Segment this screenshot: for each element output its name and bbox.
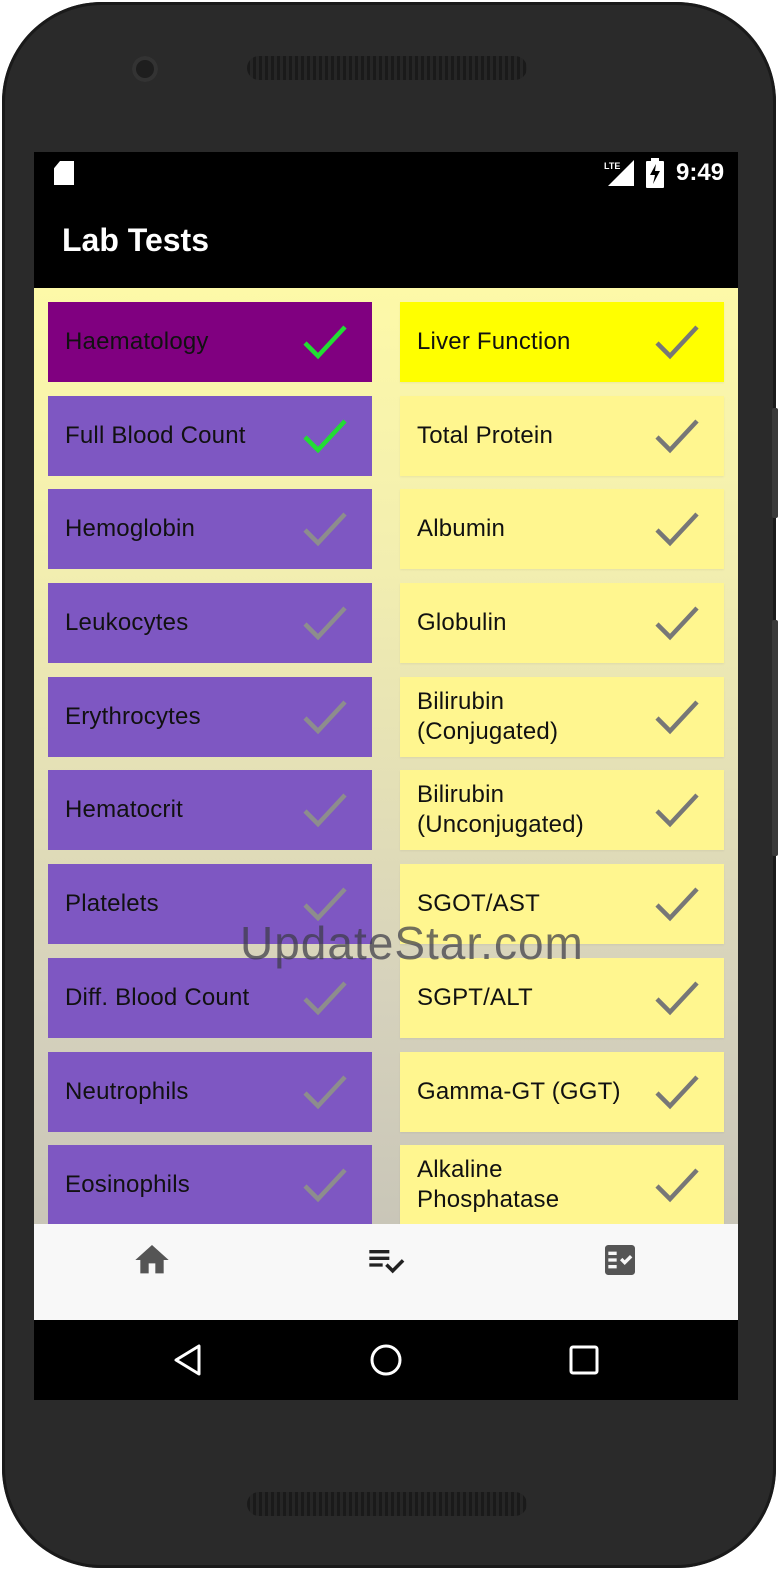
checkmark-icon[interactable]	[654, 978, 700, 1018]
test-tile[interactable]: Leukocytes	[48, 583, 372, 664]
test-label: Full Blood Count	[65, 421, 246, 449]
checkmark-icon[interactable]	[302, 884, 348, 924]
app-bar: Lab Tests	[34, 196, 738, 288]
test-tile[interactable]: Bilirubin (Conjugated)	[400, 676, 724, 757]
home-circle-icon[interactable]	[368, 1342, 404, 1378]
network-label: LTE	[604, 161, 620, 171]
test-label: Bilirubin (Conjugated)	[417, 687, 559, 745]
test-label: Gamma-GT (GGT)	[417, 1077, 621, 1105]
test-label: Hematocrit	[65, 796, 184, 824]
earpiece-speaker	[247, 56, 527, 80]
test-tile[interactable]: Total Protein	[400, 395, 724, 476]
checkmark-icon[interactable]	[654, 603, 700, 643]
test-tile[interactable]: Erythrocytes	[48, 676, 372, 757]
power-button	[772, 620, 778, 856]
test-tile[interactable]: Alkaline Phosphatase	[400, 1145, 724, 1224]
test-tile[interactable]: Globulin	[400, 583, 724, 664]
test-tile[interactable]: Hemoglobin	[48, 489, 372, 570]
checkmark-icon[interactable]	[654, 322, 700, 362]
checkmark-icon[interactable]	[302, 790, 348, 830]
device-screen: LTE 9:49 Lab Tests Haematology Full Blood…	[34, 152, 738, 1400]
test-label: SGOT/AST	[417, 890, 540, 918]
test-tile[interactable]: Eosinophils	[48, 1145, 372, 1224]
test-label: SGPT/ALT	[417, 983, 533, 1011]
checkmark-icon[interactable]	[302, 978, 348, 1018]
checkmark-icon[interactable]	[654, 1165, 700, 1205]
test-label: Erythrocytes	[65, 702, 201, 730]
home-icon[interactable]	[132, 1240, 172, 1280]
test-label: Total Protein	[417, 421, 554, 449]
test-label: Albumin	[417, 515, 506, 543]
test-label: Neutrophils	[65, 1077, 189, 1105]
test-label: Hemoglobin	[65, 515, 196, 543]
sd-card-icon	[54, 161, 74, 185]
test-tile[interactable]: Haematology	[48, 302, 372, 382]
test-tile[interactable]: SGOT/AST	[400, 864, 724, 945]
bottom-speaker	[247, 1492, 527, 1516]
test-label: Haematology	[65, 328, 209, 355]
status-bar: LTE 9:49	[34, 152, 738, 196]
test-label: Diff. Blood Count	[65, 983, 250, 1011]
status-time: 9:49	[676, 159, 725, 186]
checkbox-list-icon[interactable]	[600, 1240, 640, 1280]
checkmark-icon[interactable]	[654, 884, 700, 924]
test-label: Bilirubin (Unconjugated)	[417, 781, 584, 839]
lte-signal-icon: LTE	[604, 160, 634, 186]
front-camera	[132, 56, 158, 82]
checkmark-checked-icon[interactable]	[302, 322, 348, 362]
checkmark-icon[interactable]	[302, 603, 348, 643]
checkmark-icon[interactable]	[302, 1072, 348, 1112]
test-tile[interactable]: Neutrophils	[48, 1051, 372, 1132]
checkmark-icon[interactable]	[302, 1165, 348, 1205]
test-tile[interactable]: Bilirubin (Unconjugated)	[400, 770, 724, 851]
test-tile[interactable]: SGPT/ALT	[400, 957, 724, 1038]
test-tile[interactable]: Platelets	[48, 864, 372, 945]
test-tile[interactable]: Hematocrit	[48, 770, 372, 851]
test-label: Liver Function	[417, 328, 571, 355]
test-label: Globulin	[417, 609, 507, 637]
checkmark-icon[interactable]	[654, 416, 700, 456]
test-tile[interactable]: Full Blood Count	[48, 395, 372, 476]
haematology-column: Haematology Full Blood Count Hemoglobin Leu…	[48, 302, 372, 1224]
checkmark-icon[interactable]	[654, 790, 700, 830]
checkmark-icon[interactable]	[654, 509, 700, 549]
test-label: Eosinophils	[65, 1171, 190, 1199]
test-tile[interactable]: Albumin	[400, 489, 724, 570]
test-label: Leukocytes	[65, 609, 189, 637]
volume-button	[772, 408, 778, 518]
checkmark-checked-icon[interactable]	[302, 416, 348, 456]
playlist-check-icon[interactable]	[366, 1240, 406, 1280]
test-tile[interactable]: Gamma-GT (GGT)	[400, 1051, 724, 1132]
page-title: Lab Tests	[62, 222, 209, 258]
checkmark-icon[interactable]	[654, 697, 700, 737]
back-triangle-icon[interactable]	[170, 1342, 206, 1378]
liver-function-column: Liver Function Total Protein Albumin Globul…	[400, 302, 724, 1224]
checkmark-icon[interactable]	[302, 697, 348, 737]
checkmark-icon[interactable]	[302, 509, 348, 549]
checkmark-icon[interactable]	[654, 1072, 700, 1112]
bottom-navigation	[34, 1224, 738, 1320]
test-grid[interactable]: Haematology Full Blood Count Hemoglobin Leu…	[34, 288, 738, 1224]
battery-charging-icon	[646, 158, 664, 188]
test-tile[interactable]: Liver Function	[400, 302, 724, 382]
test-tile[interactable]: Diff. Blood Count	[48, 957, 372, 1038]
system-navigation-bar	[34, 1320, 738, 1400]
recents-square-icon[interactable]	[566, 1342, 602, 1378]
test-label: Platelets	[65, 890, 159, 918]
test-label: Alkaline Phosphatase	[417, 1156, 560, 1214]
